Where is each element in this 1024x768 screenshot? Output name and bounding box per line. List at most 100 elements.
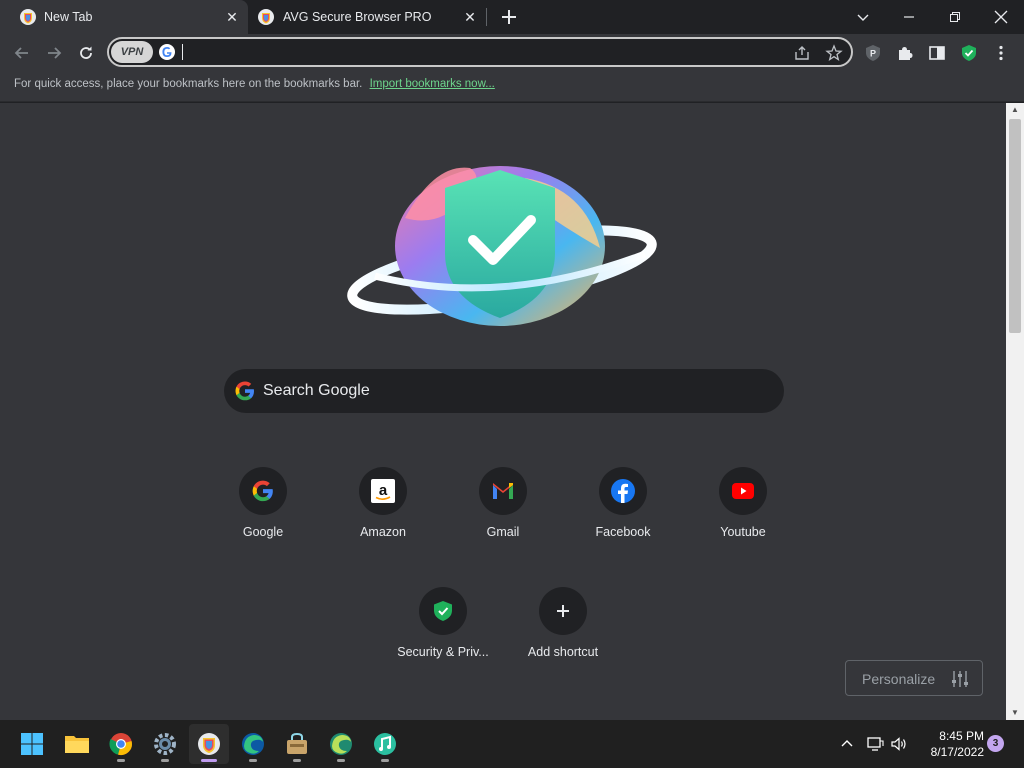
new-tab-page: Search Google Google a Amazon Gmail Face… bbox=[0, 103, 1006, 720]
running-indicator bbox=[337, 759, 345, 762]
forward-icon[interactable] bbox=[40, 40, 68, 66]
running-indicator bbox=[249, 759, 257, 762]
bookmarks-bar: For quick access, place your bookmarks h… bbox=[0, 72, 1024, 102]
reload-icon[interactable] bbox=[72, 40, 100, 66]
security-shield-icon bbox=[434, 601, 452, 621]
shortcut-label: Google bbox=[242, 525, 284, 539]
shortcut-facebook[interactable]: Facebook bbox=[567, 467, 679, 557]
tab-title: New Tab bbox=[44, 10, 93, 24]
share-icon[interactable] bbox=[793, 44, 811, 62]
scroll-up-arrow-icon[interactable]: ▲ bbox=[1006, 103, 1024, 117]
svg-text:a: a bbox=[379, 482, 388, 499]
close-tab-icon[interactable]: ✕ bbox=[224, 9, 240, 25]
tab-strip: New Tab ✕ AVG Secure Browser PRO ✕ bbox=[0, 0, 1024, 34]
facebook-icon bbox=[611, 479, 635, 503]
avg-browser-icon bbox=[20, 9, 36, 25]
extensions-puzzle-icon[interactable] bbox=[894, 42, 916, 64]
shortcut-icon-tile bbox=[419, 587, 467, 635]
shortcut-label: Security & Priv... bbox=[397, 645, 489, 659]
more-menu-icon[interactable] bbox=[990, 42, 1012, 64]
running-indicator bbox=[117, 759, 125, 762]
windows-taskbar: 8:45 PM 8/17/2022 3 bbox=[0, 720, 1024, 768]
edge-beta-icon[interactable] bbox=[321, 724, 361, 764]
svg-text:P: P bbox=[870, 49, 876, 59]
tab-title: AVG Secure Browser PRO bbox=[283, 10, 432, 24]
shortcut-icon-tile bbox=[599, 467, 647, 515]
privacy-extension-icon[interactable]: P bbox=[862, 42, 884, 64]
shortcut-label: Facebook bbox=[595, 525, 651, 539]
back-icon[interactable] bbox=[8, 40, 36, 66]
store-icon[interactable] bbox=[277, 724, 317, 764]
shortcut-icon-tile bbox=[479, 467, 527, 515]
side-panel-icon[interactable] bbox=[926, 42, 948, 64]
avg-shield-planet-illustration bbox=[347, 166, 657, 326]
restore-icon[interactable] bbox=[932, 0, 978, 34]
system-clock[interactable]: 8:45 PM 8/17/2022 bbox=[912, 728, 984, 760]
address-bar[interactable]: VPN bbox=[107, 37, 853, 67]
running-indicator bbox=[381, 759, 389, 762]
running-indicator bbox=[293, 759, 301, 762]
bookmark-star-icon[interactable] bbox=[825, 44, 843, 62]
notification-badge[interactable]: 3 bbox=[987, 735, 1004, 752]
shortcut-amazon[interactable]: a Amazon bbox=[327, 467, 439, 557]
avg-browser-icon[interactable] bbox=[189, 724, 229, 764]
shortcut-icon-tile bbox=[719, 467, 767, 515]
toolbar: VPN P bbox=[0, 34, 1024, 72]
amazon-icon: a bbox=[371, 479, 395, 503]
add-shortcut-button[interactable]: Add shortcut bbox=[507, 587, 619, 677]
sliders-icon bbox=[952, 671, 968, 687]
network-icon[interactable] bbox=[866, 734, 884, 754]
tab-separator bbox=[486, 8, 487, 26]
shortcut-icon-tile bbox=[239, 467, 287, 515]
clock-date: 8/17/2022 bbox=[930, 745, 984, 759]
running-indicator bbox=[201, 759, 217, 762]
close-window-icon[interactable] bbox=[978, 0, 1024, 34]
tab-avg-secure-browser-pro[interactable]: AVG Secure Browser PRO ✕ bbox=[248, 0, 488, 34]
youtube-icon bbox=[732, 483, 754, 499]
tab-new-tab[interactable]: New Tab ✕ bbox=[0, 0, 248, 34]
close-tab-icon[interactable]: ✕ bbox=[462, 9, 478, 25]
avg-browser-icon bbox=[258, 9, 274, 25]
gmail-icon bbox=[493, 483, 513, 499]
browser-window: New Tab ✕ AVG Secure Browser PRO ✕ VPN P… bbox=[0, 0, 1024, 768]
shortcut-icon-tile bbox=[539, 587, 587, 635]
bookmarks-bar-message: For quick access, place your bookmarks h… bbox=[14, 78, 495, 90]
search-placeholder: Search Google bbox=[263, 382, 370, 399]
vpn-toggle[interactable]: VPN bbox=[111, 41, 153, 63]
shortcut-security-privacy[interactable]: Security & Priv... bbox=[387, 587, 499, 677]
import-bookmarks-link[interactable]: Import bookmarks now... bbox=[370, 78, 495, 90]
scroll-thumb[interactable] bbox=[1009, 119, 1021, 333]
shortcut-google[interactable]: Google bbox=[207, 467, 319, 557]
tab-search-chevron-icon[interactable] bbox=[840, 0, 886, 34]
music-app-icon[interactable] bbox=[365, 724, 405, 764]
text-caret bbox=[182, 44, 183, 60]
edge-icon[interactable] bbox=[233, 724, 273, 764]
shortcut-gmail[interactable]: Gmail bbox=[447, 467, 559, 557]
plus-icon bbox=[557, 605, 569, 617]
avg-shield-icon[interactable] bbox=[958, 42, 980, 64]
personalize-button[interactable]: Personalize bbox=[845, 660, 983, 696]
file-explorer-icon[interactable] bbox=[57, 724, 97, 764]
minimize-icon[interactable] bbox=[886, 0, 932, 34]
page-scrollbar[interactable]: ▲ ▼ bbox=[1006, 103, 1024, 720]
google-icon bbox=[252, 480, 273, 502]
shortcut-label: Gmail bbox=[486, 525, 520, 539]
new-tab-plus-icon[interactable] bbox=[498, 6, 520, 28]
windows-start-icon[interactable] bbox=[12, 724, 52, 764]
shortcut-icon-tile: a bbox=[359, 467, 407, 515]
chrome-icon[interactable] bbox=[101, 724, 141, 764]
shortcut-youtube[interactable]: Youtube bbox=[687, 467, 799, 557]
volume-icon[interactable] bbox=[890, 734, 908, 754]
shortcut-label: Youtube bbox=[720, 525, 766, 539]
personalize-label: Personalize bbox=[862, 671, 936, 687]
google-icon bbox=[235, 381, 254, 401]
scroll-down-arrow-icon[interactable]: ▼ bbox=[1006, 706, 1024, 720]
running-indicator bbox=[161, 759, 169, 762]
settings-icon[interactable] bbox=[145, 724, 185, 764]
bookmarks-hint-text: For quick access, place your bookmarks h… bbox=[14, 78, 363, 90]
google-icon bbox=[159, 44, 175, 60]
google-search-box[interactable]: Search Google bbox=[224, 369, 784, 413]
clock-time: 8:45 PM bbox=[939, 729, 984, 743]
shortcut-label: Amazon bbox=[360, 525, 406, 539]
chevron-up-icon[interactable] bbox=[838, 734, 856, 754]
